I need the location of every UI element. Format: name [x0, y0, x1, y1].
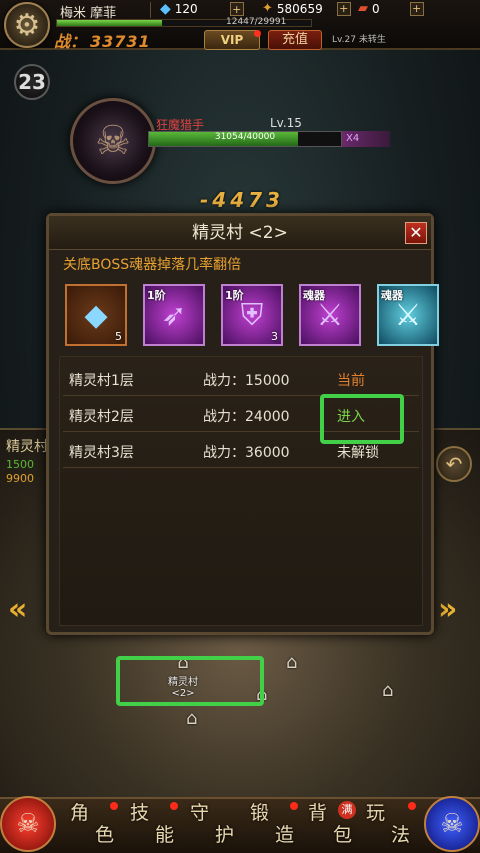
- settings-gear-icon[interactable]: ⚙: [4, 2, 50, 48]
- boss-portrait-icon: ☠: [70, 98, 156, 184]
- nav-label: 玩: [366, 802, 386, 824]
- gem-icon: ◆: [160, 1, 171, 17]
- level-status-current: 当前: [337, 373, 365, 389]
- reward-diamond-icon[interactable]: ◆ 5: [65, 284, 127, 346]
- reward-tag: 魂器: [381, 289, 403, 302]
- close-button[interactable]: ✕: [405, 222, 427, 244]
- nav-notification-dot: [170, 802, 178, 810]
- prev-map-arrow-icon[interactable]: «: [8, 592, 27, 627]
- map-side-title: 精灵村: [6, 439, 48, 455]
- reward-count: 5: [115, 330, 122, 343]
- add-tickets-button[interactable]: +: [409, 1, 424, 16]
- ticket-counter: ▰ 0 +: [358, 1, 424, 16]
- map-side-stat-gold: 9900: [6, 472, 34, 485]
- reward-bow-icon[interactable]: ➶ 1阶: [143, 284, 205, 346]
- level-name: 精灵村2层: [69, 409, 134, 425]
- ticket-value: 0: [372, 1, 380, 16]
- divider: [150, 2, 151, 18]
- combat-power: 战： 33731: [54, 28, 151, 52]
- level-power: 战力：36000: [203, 445, 290, 461]
- dialog-title: 精灵村 <2>: [49, 216, 431, 250]
- nav-gameplay[interactable]: 玩 法: [362, 800, 414, 850]
- nav-label: 守: [190, 802, 210, 824]
- nav-notification-dot: [110, 802, 118, 810]
- boss-hp-text: 31054/40000: [214, 132, 276, 142]
- level-power: 战力：15000: [203, 373, 290, 389]
- gold-value: 580659: [276, 1, 323, 16]
- village-house-icon: ⌂: [382, 680, 394, 701]
- vip-notification-dot: [254, 30, 261, 37]
- reward-crossed-blades-icon[interactable]: ⚔ 魂器: [377, 284, 439, 346]
- nav-label: 包: [332, 824, 352, 846]
- vip-button[interactable]: VIP: [204, 30, 260, 50]
- nav-notification-dot: [290, 802, 298, 810]
- nav-guardian[interactable]: 守 护: [186, 800, 238, 850]
- map-side-stat-power: 1500: [6, 458, 34, 471]
- activity-icon[interactable]: 23: [14, 64, 50, 100]
- level-name: 精灵村1层: [69, 373, 134, 389]
- reward-count: 3: [271, 330, 278, 343]
- mana-orb-icon: ☠: [424, 796, 480, 852]
- reward-list: ◆ 5 ➶ 1阶 ⛨ 1阶 3 ⚔ 魂器 ⚔ 魂器: [65, 284, 439, 346]
- power-value: 33731: [90, 32, 151, 51]
- map-node[interactable]: ⌂: [382, 680, 393, 701]
- reward-tag: 魂器: [303, 289, 325, 302]
- damage-number: -4473: [200, 188, 284, 212]
- level-power: 战力：24000: [203, 409, 290, 425]
- next-map-arrow-icon[interactable]: »: [438, 592, 457, 627]
- level-row-1: 精灵村1层 战力：15000 当前: [63, 360, 419, 396]
- nav-notification-dot: [408, 802, 416, 810]
- player-level: Lv.27 未转生: [332, 35, 386, 45]
- reward-armor-icon[interactable]: ⛨ 1阶 3: [221, 284, 283, 346]
- gold-counter: ✦ 580659 +: [262, 1, 351, 16]
- village-house-icon: ⌂: [286, 652, 298, 673]
- map-node[interactable]: ⌂: [186, 708, 197, 729]
- reward-crossed-swords-icon[interactable]: ⚔ 魂器: [299, 284, 361, 346]
- nav-label: 法: [390, 824, 410, 846]
- dialog-subtitle: 关底BOSS魂器掉落几率翻倍: [63, 257, 242, 273]
- exp-text: 12447/29991: [226, 17, 287, 27]
- map-node[interactable]: ⌂: [286, 652, 297, 673]
- bag-full-badge: 满: [338, 801, 356, 819]
- add-gems-button[interactable]: +: [229, 2, 244, 16]
- level-status-locked: 未解锁: [337, 445, 379, 461]
- nav-label: 色: [94, 824, 114, 846]
- add-gold-button[interactable]: +: [336, 1, 351, 16]
- village-house-icon: ⌂: [186, 708, 198, 729]
- reward-tag: 1阶: [225, 289, 244, 302]
- reward-tag: 1阶: [147, 289, 166, 302]
- exp-fill: [57, 20, 163, 26]
- level-name: 精灵村3层: [69, 445, 134, 461]
- boss-multiplier: X4: [342, 131, 390, 147]
- nav-label: 造: [274, 824, 294, 846]
- ticket-icon: ▰: [358, 1, 368, 16]
- nav-label: 护: [214, 824, 234, 846]
- map-node-highlight: [116, 656, 264, 706]
- power-label: 战：: [54, 32, 87, 51]
- health-orb-icon: ☠: [0, 796, 56, 852]
- gem-value: 120: [174, 2, 198, 16]
- gold-icon: ✦: [262, 1, 273, 16]
- nav-label: 能: [154, 824, 174, 846]
- boss-level: Lv.15: [270, 116, 302, 130]
- gem-counter: ◆ 120 +: [160, 1, 244, 17]
- back-arrow-icon[interactable]: ↶: [436, 446, 472, 482]
- recharge-button[interactable]: 充值: [268, 30, 322, 50]
- enter-button-highlight: [320, 394, 404, 444]
